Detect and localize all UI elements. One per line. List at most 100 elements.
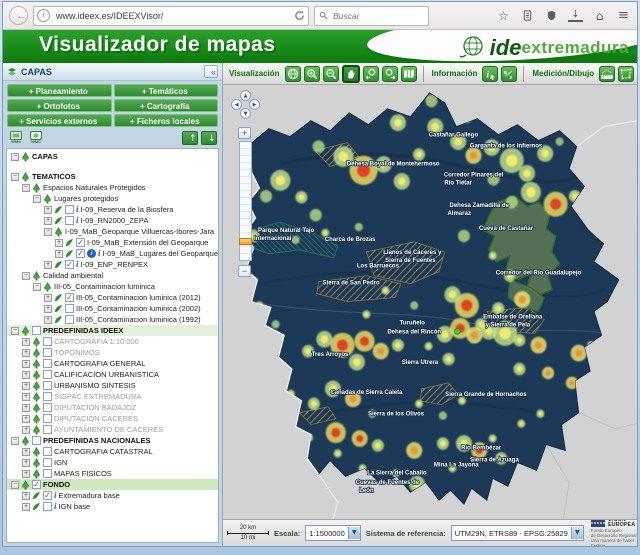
collapse-node-icon[interactable]: − xyxy=(22,271,30,280)
expand-node-icon[interactable]: + xyxy=(22,425,30,434)
tree-row[interactable]: + i I-09_Reserva de la Biosfera xyxy=(7,204,218,215)
tree-row[interactable]: − Espacios Naturales Protegidos xyxy=(7,182,218,193)
expand-node-icon[interactable]: + xyxy=(55,238,63,247)
collapse-node-icon[interactable]: − xyxy=(11,436,19,445)
expand-node-icon[interactable]: + xyxy=(44,304,52,313)
layer-checkbox-unchecked[interactable] xyxy=(32,326,41,335)
layer-checkbox-checked[interactable]: ✓ xyxy=(65,293,74,302)
tree-row[interactable]: + CALIFICACION URBANISTICA xyxy=(7,369,218,380)
layer-checkbox-unchecked[interactable] xyxy=(43,359,52,368)
expand-node-icon[interactable]: + xyxy=(44,293,52,302)
tree-row[interactable]: + ✓ i I-09_ENP_RENPEX xyxy=(7,259,218,270)
expand-node-icon[interactable]: + xyxy=(44,205,52,214)
tree-row[interactable]: + ✓ III-05_Contaminacion luminica (2012) xyxy=(7,292,218,303)
expand-node-icon[interactable]: + xyxy=(44,315,52,324)
expand-node-icon[interactable]: + xyxy=(55,249,63,258)
layer-checkbox-checked[interactable]: ✓ xyxy=(43,491,52,500)
expand-node-icon[interactable]: + xyxy=(22,381,30,390)
tree-row[interactable]: − Lugares protegidos xyxy=(7,193,218,204)
tree-row[interactable]: + URBANISMO SINTESIS xyxy=(7,380,218,391)
measure-distance-button[interactable] xyxy=(599,65,616,82)
tree-row[interactable]: + TOPONIMOS xyxy=(7,347,218,358)
layer-checkbox-unchecked[interactable] xyxy=(32,436,41,445)
page-info-icon[interactable]: i xyxy=(37,9,50,22)
layer-checkbox-unchecked[interactable] xyxy=(65,304,74,313)
zoom-slider-track[interactable] xyxy=(239,141,253,261)
layer-checkbox-unchecked[interactable] xyxy=(65,205,74,214)
collapse-node-icon[interactable]: − xyxy=(11,172,19,181)
layer-checkbox-checked[interactable]: ✓ xyxy=(65,260,74,269)
expand-node-icon[interactable]: + xyxy=(22,491,30,500)
tree-row[interactable]: + CARTOGRAFIA CATASTRAL xyxy=(7,446,218,457)
tree-row[interactable]: + IGN xyxy=(7,457,218,468)
reload-icon[interactable] xyxy=(293,10,305,22)
collapse-node-icon[interactable]: − xyxy=(44,227,52,236)
overview-map-button[interactable] xyxy=(400,65,417,82)
zoom-previous-button[interactable] xyxy=(362,65,379,82)
zoom-out-button[interactable] xyxy=(322,65,339,82)
bookmark-star-icon[interactable]: ☆ xyxy=(496,8,511,23)
layer-info-icon[interactable]: i xyxy=(54,491,57,500)
layer-checkbox-unchecked[interactable] xyxy=(43,337,52,346)
zoom-in-button[interactable] xyxy=(303,65,320,82)
feature-info-button[interactable]: i xyxy=(482,65,499,82)
search-bar[interactable] xyxy=(314,5,429,26)
layer-checkbox-checked[interactable]: ✓ xyxy=(76,249,85,258)
layer-info-icon[interactable]: i xyxy=(76,216,79,225)
category-button-servicios-externos[interactable]: + Servicios externos xyxy=(7,114,112,127)
pan-east-button[interactable]: ▶ xyxy=(249,99,261,110)
layer-checkbox-unchecked[interactable] xyxy=(43,447,52,456)
layer-info-icon[interactable]: i xyxy=(98,249,101,258)
measure-area-button[interactable] xyxy=(618,65,635,82)
tree-row[interactable]: + CARTOGRAFIA 1:10.000 xyxy=(7,336,218,347)
collapse-node-icon[interactable]: − xyxy=(11,480,19,489)
tree-row[interactable]: + i IGN base xyxy=(7,501,218,512)
collapse-sidebar-button[interactable]: « xyxy=(204,65,219,78)
category-button-ficheros-locales[interactable]: + Ficheros locales xyxy=(113,114,219,127)
tree-row[interactable]: − PREDEFINIDAS NACIONALES xyxy=(7,435,218,446)
search-attributes-button[interactable]: az xyxy=(501,65,518,82)
expand-node-icon[interactable]: + xyxy=(22,447,30,456)
tree-row[interactable]: − Calidad ambiental xyxy=(7,270,218,281)
expand-node-icon[interactable]: + xyxy=(22,348,30,357)
collapse-node-icon[interactable]: − xyxy=(33,282,41,291)
pan-west-button[interactable]: ◀ xyxy=(231,99,243,110)
layer-metadata-icon[interactable]: i xyxy=(87,249,96,258)
layer-checkbox-checked[interactable]: ✓ xyxy=(32,480,41,489)
category-button-cartograf-a[interactable]: + Cartografía xyxy=(113,99,219,112)
layer-checkbox-unchecked[interactable] xyxy=(43,381,52,390)
pan-button[interactable] xyxy=(341,64,360,83)
layer-checkbox-unchecked[interactable] xyxy=(43,469,52,478)
expand-node-icon[interactable]: + xyxy=(22,392,30,401)
pan-south-button[interactable]: ▼ xyxy=(240,108,252,119)
tree-row[interactable]: + ✓ i i I-09_MaB_Lugares del Geoparque xyxy=(7,248,218,259)
expand-node-icon[interactable]: + xyxy=(22,469,30,478)
expand-node-icon[interactable]: + xyxy=(22,458,30,467)
tree-row[interactable]: + MAPAS FISICOS xyxy=(7,468,218,479)
escala-select[interactable]: 1:1500000 ▼ xyxy=(305,525,361,541)
tree-row[interactable]: + III-05_Contaminacion luminica (2002) xyxy=(7,303,218,314)
tree-row[interactable]: − CAPAS xyxy=(7,151,218,162)
layer-info-icon[interactable]: i xyxy=(76,205,79,214)
home-icon[interactable]: ⌂ xyxy=(592,8,607,23)
zoom-out-slider-button[interactable]: − xyxy=(238,265,252,277)
tree-row[interactable]: − I-09_MaB_Geoparque Villuercas-Ibores-Ja… xyxy=(7,226,218,237)
zoom-slider-handle[interactable] xyxy=(239,238,253,245)
tree-row[interactable]: + AYUNTAMIENTO DE CACERES xyxy=(7,424,218,435)
expand-node-icon[interactable]: + xyxy=(44,216,52,225)
layer-checkbox-unchecked[interactable] xyxy=(43,414,52,423)
download-icon[interactable]: ↓ xyxy=(568,9,583,22)
collapse-node-icon[interactable]: − xyxy=(22,183,30,192)
url-input[interactable] xyxy=(54,9,289,22)
layer-info-icon[interactable]: i xyxy=(76,260,79,269)
move-layer-down-button[interactable]: ↓ xyxy=(201,130,218,145)
search-input[interactable] xyxy=(331,9,424,22)
escala-dropdown-icon[interactable]: ▼ xyxy=(347,527,360,539)
tree-row[interactable]: − PREDEFINIDAS IDEEX xyxy=(7,325,219,336)
shield-icon[interactable] xyxy=(544,8,559,23)
wmc-icon[interactable]: WMC xyxy=(28,130,44,145)
map-image[interactable]: Castañar Gallego Garganta de los Infierno… xyxy=(223,85,637,519)
zoom-full-extent-button[interactable] xyxy=(284,65,301,82)
srs-dropdown-icon[interactable]: ▼ xyxy=(570,527,583,539)
layer-checkbox-unchecked[interactable] xyxy=(65,216,74,225)
